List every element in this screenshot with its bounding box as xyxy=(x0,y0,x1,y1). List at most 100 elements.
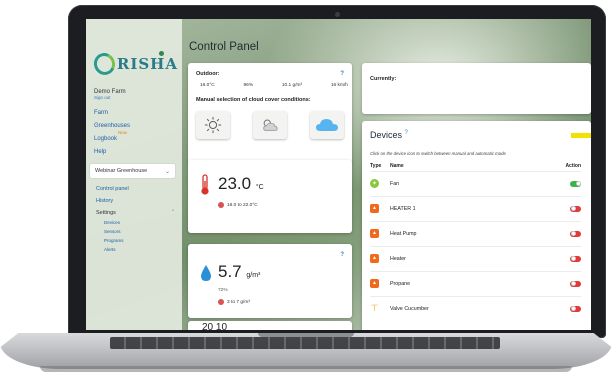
logo[interactable]: RISHA xyxy=(90,50,178,78)
settings-nav: Devices Sensors Programs Alerts xyxy=(90,220,178,252)
device-row: ▲ Propane xyxy=(370,271,581,295)
outdoor-label: Outdoor: xyxy=(196,71,220,77)
device-toggle[interactable] xyxy=(570,180,581,187)
currently-label: Currently: xyxy=(370,76,397,82)
device-type-cell: ▲ xyxy=(370,279,390,288)
sunny-button[interactable] xyxy=(196,111,230,139)
devices-card: Devices ? Click on the device icon to sw… xyxy=(362,121,591,330)
cloud-icon xyxy=(316,119,338,131)
settings-toggle[interactable]: Settings ˆ xyxy=(96,210,174,216)
devices-table-header: Type Name Action xyxy=(370,163,581,169)
toggle-knob xyxy=(570,256,576,261)
laptop-mockup: RISHA Demo Farm Sign out Farm Greenhouse… xyxy=(0,0,612,387)
heater-icon[interactable]: ▲ xyxy=(370,279,379,288)
temperature-value: 23.0 xyxy=(218,174,252,193)
nav-item-control-panel[interactable]: Control panel xyxy=(96,186,178,192)
mode-tab[interactable] xyxy=(571,133,591,138)
nav-item-help[interactable]: Help xyxy=(94,149,178,155)
sidebar: RISHA Demo Farm Sign out Farm Greenhouse… xyxy=(86,19,182,330)
device-type-cell: ▲ xyxy=(370,204,390,213)
temperature-range: 16.0 to 22.0°C xyxy=(218,202,258,208)
outdoor-humidity-absolute: 10.1 g/m³ xyxy=(281,83,303,88)
range-alert-icon xyxy=(218,202,224,208)
device-toggle[interactable] xyxy=(570,205,581,212)
device-name: Fan xyxy=(390,180,400,187)
nav-item-alerts[interactable]: Alerts xyxy=(104,247,178,252)
heater-icon[interactable]: ▲ xyxy=(370,204,379,213)
keyboard xyxy=(110,337,500,349)
partial-card-text: 20 10 xyxy=(202,322,228,330)
heater-icon[interactable]: ▲ xyxy=(370,254,379,263)
device-action-cell xyxy=(557,305,581,312)
logo-icon xyxy=(90,50,118,78)
device-name: Propane xyxy=(390,280,411,287)
help-icon[interactable]: ? xyxy=(340,252,344,258)
nav-item-devices[interactable]: Devices xyxy=(104,220,178,225)
device-action-cell xyxy=(557,180,581,187)
cloudy-button[interactable] xyxy=(310,111,344,139)
outdoor-wind-speed: 16 km/h xyxy=(330,83,348,88)
greenhouse-nav: Control panel History xyxy=(90,186,178,204)
cloud-cover-label: Manual selection of cloud cover conditio… xyxy=(196,97,311,103)
outdoor-card: Outdoor: ? 16.0°C 96% 10.1 g/m³ 16 km/h … xyxy=(188,63,352,164)
column-action: Action xyxy=(565,163,581,169)
device-action-cell xyxy=(557,255,581,262)
greenhouse-select[interactable]: Webinar Greenhouse ⌄ xyxy=(90,164,175,178)
device-row: ▲ Heater xyxy=(370,246,581,270)
hinge-notch xyxy=(258,333,354,337)
column-type: Type xyxy=(370,163,382,169)
device-toggle[interactable] xyxy=(570,230,581,237)
outdoor-temperature: 16.0°C xyxy=(200,83,215,88)
sun-icon xyxy=(204,116,222,134)
partly-cloudy-button[interactable] xyxy=(253,111,287,139)
humidity-unit: g/m³ xyxy=(246,272,261,279)
device-name: Valve Cucumber xyxy=(390,305,429,312)
devices-title-text: Devices xyxy=(370,130,403,140)
app-screen: RISHA Demo Farm Sign out Farm Greenhouse… xyxy=(86,19,591,330)
chevron-up-icon: ˆ xyxy=(172,210,174,216)
nav-item-label: Logbook xyxy=(94,136,118,142)
co2-card: 20 10 xyxy=(188,321,352,330)
device-type-cell: ✦ xyxy=(370,179,390,188)
humidity-value: 5.7 xyxy=(218,262,242,281)
device-row: ✦ Fan xyxy=(370,171,581,195)
greenhouse-select-value: Webinar Greenhouse xyxy=(95,168,148,174)
heater-icon[interactable]: ▲ xyxy=(370,229,379,238)
nav-item-sensors[interactable]: Sensors xyxy=(104,229,178,234)
device-type-cell: ▲ xyxy=(370,229,390,238)
device-toggle[interactable] xyxy=(570,255,581,262)
device-action-cell xyxy=(557,230,581,237)
nav-item-greenhouses[interactable]: Greenhouses xyxy=(94,123,178,129)
camera-dot xyxy=(335,12,340,17)
humidity-reading: 5.7 g/m³ xyxy=(218,262,260,282)
fan-icon[interactable]: ✦ xyxy=(370,179,379,188)
new-badge: New xyxy=(118,130,128,135)
device-row: ▲ Heat Pump xyxy=(370,221,581,245)
device-row: ▲ HEATER 1 xyxy=(370,196,581,220)
devices-hint: Click on the device icon to switch betwe… xyxy=(370,151,506,156)
nav-item-logbook[interactable]: Logbook New xyxy=(94,130,178,142)
outdoor-humidity-percent: 96% xyxy=(243,83,254,88)
thermometer-icon xyxy=(201,174,209,195)
currently-card: Currently: xyxy=(362,63,591,114)
help-icon[interactable]: ? xyxy=(405,130,408,136)
sign-out-link[interactable]: Sign out xyxy=(94,95,178,100)
device-toggle[interactable] xyxy=(570,280,581,287)
nav-item-programs[interactable]: Programs xyxy=(104,238,178,243)
outdoor-readings: 16.0°C 96% 10.1 g/m³ 16 km/h xyxy=(200,83,348,88)
humidity-range-text: 3 to 7 g/m³ xyxy=(227,299,250,305)
device-row: ⊤ Valve Cucumber xyxy=(370,296,581,320)
temperature-reading: 23.0 °C xyxy=(218,174,264,194)
help-icon[interactable]: ? xyxy=(340,71,344,77)
valve-icon[interactable]: ⊤ xyxy=(370,304,379,313)
nav-item-history[interactable]: History xyxy=(96,198,178,204)
temperature-card: 23.0 °C 16.0 to 22.0°C xyxy=(188,160,352,233)
nav-item-farm[interactable]: Farm xyxy=(94,110,178,116)
toggle-knob xyxy=(570,281,576,286)
humidity-range: 3 to 7 g/m³ xyxy=(218,299,250,305)
logo-text: RISHA xyxy=(116,55,178,73)
device-toggle[interactable] xyxy=(570,305,581,312)
chevron-down-icon: ⌄ xyxy=(164,168,170,175)
device-action-cell xyxy=(557,280,581,287)
humidity-card: ? 5.7 g/m³ 72% 3 to 7 g/m³ xyxy=(188,244,352,318)
